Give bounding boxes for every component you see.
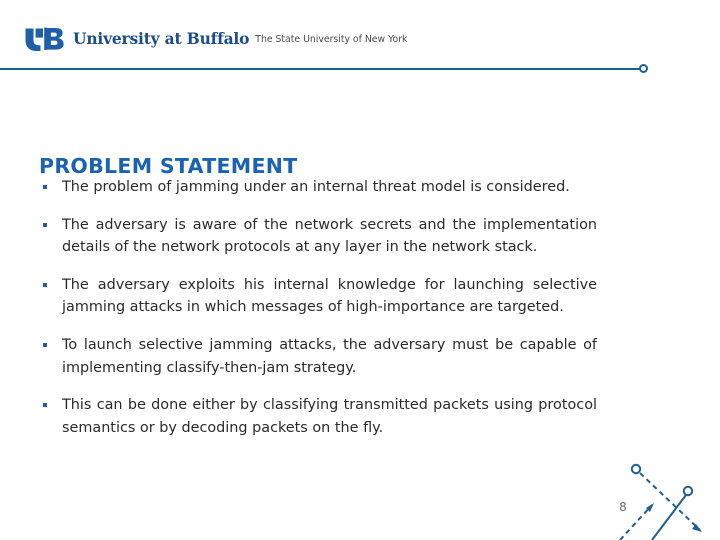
- bullet-marker-icon: [43, 282, 47, 287]
- crossing-dashed-arrows-decoration-icon: [619, 463, 702, 540]
- bullet-marker-icon: [43, 185, 47, 189]
- list-item: The problem of jamming under an internal…: [39, 176, 597, 199]
- ub-monogram-icon: [25, 27, 64, 51]
- header-divider: [0, 62, 720, 78]
- bullet-marker-icon: [43, 222, 47, 227]
- university-branding: University at Buffalo The State Universi…: [24, 25, 407, 53]
- page-number: 8: [619, 500, 627, 514]
- list-item-text: The problem of jamming under an internal…: [62, 179, 570, 195]
- page-title: PROBLEM STATEMENT: [39, 153, 298, 178]
- list-item-text: To launch selective jamming attacks, the…: [62, 336, 597, 376]
- list-item: The adversary is aware of the network se…: [39, 214, 597, 259]
- bullet-marker-icon: [43, 403, 47, 408]
- list-item-text: This can be done either by classifying t…: [62, 397, 597, 436]
- list-item-text: The adversary is aware of the network se…: [62, 216, 597, 256]
- list-item-text: The adversary exploits his internal know…: [62, 276, 597, 316]
- brand-tagline: The State University of New York: [255, 34, 408, 46]
- list-item: The adversary exploits his internal know…: [39, 274, 597, 319]
- bullet-list: The problem of jamming under an internal…: [39, 176, 597, 439]
- list-item: To launch selective jamming attacks, the…: [39, 334, 597, 379]
- slide-canvas: University at Buffalo The State Universi…: [0, 0, 720, 540]
- divider-end-node-icon: [639, 64, 648, 73]
- brand-wordmark: University at Buffalo: [73, 29, 250, 49]
- bullet-marker-icon: [43, 342, 47, 347]
- list-item: This can be done either by classifying t…: [39, 394, 597, 439]
- divider-line: [0, 68, 646, 70]
